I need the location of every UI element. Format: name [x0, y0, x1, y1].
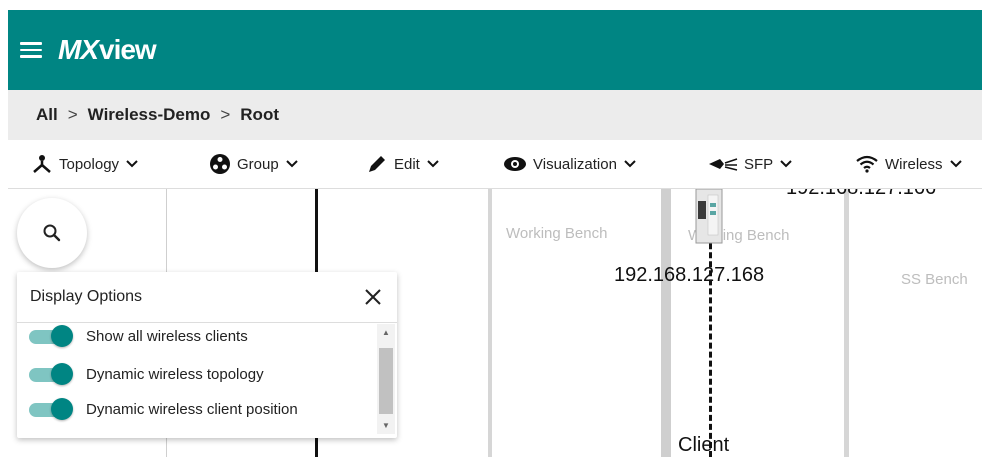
- visualization-menu[interactable]: Visualization: [503, 156, 637, 173]
- toggle-dynamic-wireless-client-position[interactable]: [29, 398, 73, 420]
- device-ip-label: 192.168.127.166: [786, 189, 936, 200]
- breadcrumb-wireless-demo[interactable]: Wireless-Demo: [88, 105, 211, 125]
- app-bar: MX view: [8, 10, 982, 90]
- bench-border: [488, 189, 492, 457]
- topology-icon: [33, 155, 51, 173]
- chevron-down-icon: [624, 160, 636, 168]
- device-node[interactable]: [694, 189, 728, 250]
- bench-label-ss: SS Bench: [901, 271, 968, 288]
- bench-border: [844, 189, 849, 457]
- display-options-panel: Display Options Show all wireless client…: [17, 272, 397, 438]
- close-button[interactable]: [364, 288, 382, 306]
- sfp-menu[interactable]: SFP: [708, 156, 793, 173]
- edit-menu[interactable]: Edit: [366, 153, 440, 175]
- option-label: Show all wireless clients: [86, 327, 248, 345]
- chevron-down-icon: [780, 160, 792, 168]
- eye-icon: [504, 157, 526, 171]
- group-label: Group: [237, 155, 279, 173]
- wireless-label: Wireless: [885, 155, 943, 173]
- breadcrumb-all[interactable]: All: [36, 105, 58, 125]
- option-label: Dynamic wireless topology: [86, 365, 264, 383]
- chevron-down-icon: [949, 160, 962, 168]
- app-logo: MX view: [58, 34, 157, 66]
- chevron-down-icon: [285, 160, 298, 168]
- option-dynamic-wireless-topology: Dynamic wireless topology: [29, 363, 264, 385]
- hamburger-icon[interactable]: [20, 42, 42, 58]
- topology-label: Topology: [59, 155, 120, 173]
- wifi-icon: [856, 155, 878, 173]
- breadcrumb-root[interactable]: Root: [240, 105, 279, 125]
- pencil-icon: [369, 156, 385, 172]
- wireless-menu[interactable]: Wireless: [855, 155, 963, 173]
- bench-border: [661, 189, 671, 457]
- group-icon: [210, 154, 230, 174]
- panel-header: Display Options: [17, 272, 397, 323]
- topology-menu[interactable]: Topology: [31, 154, 139, 174]
- search-button[interactable]: [17, 198, 87, 268]
- close-icon: [365, 289, 381, 305]
- device-ip-label: 192.168.127.168: [614, 264, 765, 286]
- bench-label-working: Working Bench: [506, 225, 608, 242]
- edit-label: Edit: [394, 155, 420, 173]
- scroll-thumb[interactable]: [379, 348, 393, 414]
- search-icon: [43, 224, 61, 242]
- toggle-dynamic-wireless-topology[interactable]: [29, 363, 73, 385]
- device-icon: [695, 189, 723, 244]
- option-dynamic-wireless-client-position: Dynamic wireless client position: [29, 398, 298, 420]
- chevron-down-icon: [126, 160, 138, 168]
- option-show-all-wireless-clients: Show all wireless clients: [29, 325, 248, 347]
- scroll-up-arrow-icon[interactable]: ▲: [382, 328, 390, 337]
- breadcrumb: All > Wireless-Demo > Root: [8, 90, 982, 140]
- breadcrumb-separator: >: [67, 105, 78, 124]
- client-label: Client: [678, 434, 730, 456]
- logo-view: view: [99, 34, 157, 65]
- scroll-down-arrow-icon[interactable]: ▼: [382, 421, 390, 430]
- group-menu[interactable]: Group: [209, 153, 299, 175]
- panel-title: Display Options: [30, 288, 143, 305]
- option-label: Dynamic wireless client position: [86, 400, 298, 418]
- sfp-icon: [709, 158, 738, 171]
- chevron-down-icon: [427, 160, 439, 168]
- visualization-label: Visualization: [533, 155, 617, 173]
- logo-mx: MX: [58, 34, 99, 65]
- sfp-label: SFP: [744, 155, 774, 173]
- toggle-show-all-wireless-clients[interactable]: [29, 325, 73, 347]
- toolbar: Topology Group Edit Visualization SFP Wi…: [8, 140, 982, 189]
- panel-scrollbar[interactable]: ▲ ▼: [377, 324, 395, 434]
- breadcrumb-separator: >: [220, 105, 231, 124]
